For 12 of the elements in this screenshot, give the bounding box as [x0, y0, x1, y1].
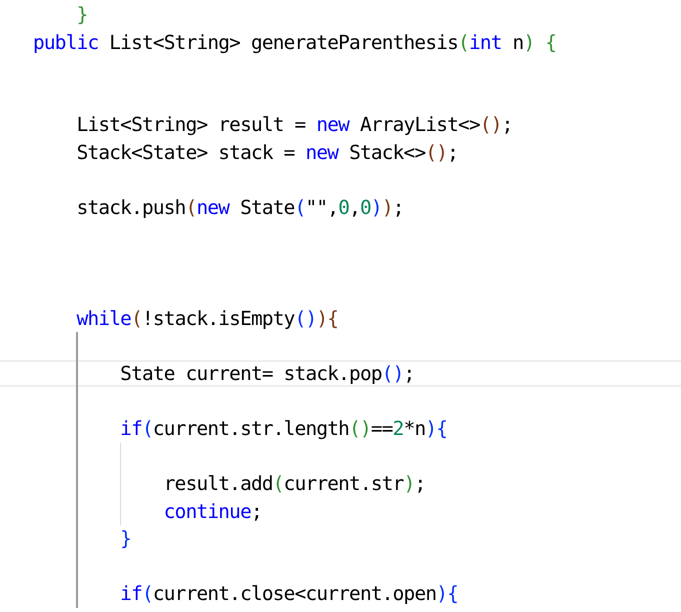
- code-line: if(current.close<current.open){: [0, 580, 681, 608]
- code-line: }: [76, 2, 88, 28]
- code-line: List<String> result = new ArrayList<>();: [76, 112, 514, 138]
- code-line: Stack<State> stack = new Stack<>();: [76, 140, 460, 166]
- code-line: stack.push(new State("",0,0));: [76, 195, 405, 222]
- code-line: State current= stack.pop();: [0, 360, 681, 388]
- code-line: continue;: [0, 498, 681, 526]
- code-line: public List<String> generateParenthesis(int n) {: [32, 30, 558, 56]
- code-line: while(!stack.isEmpty()){: [76, 306, 340, 332]
- code-line: }: [0, 525, 681, 553]
- code-line: result.add(current.str);: [0, 470, 681, 498]
- code-line: if(current.str.length()==2*n){: [0, 414, 681, 442]
